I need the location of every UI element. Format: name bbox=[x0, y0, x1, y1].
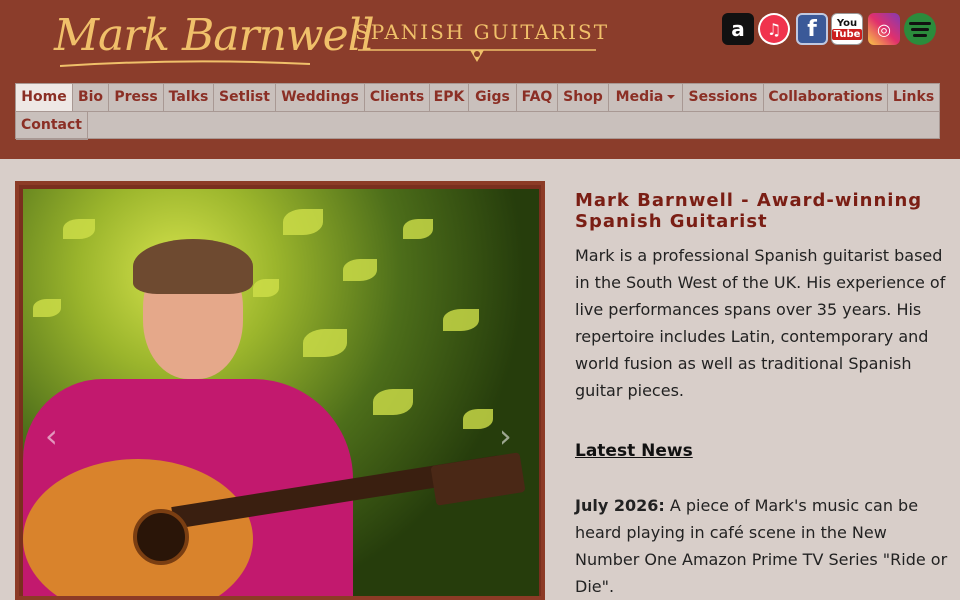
hero-carousel: ‹ › bbox=[15, 181, 545, 600]
news-date: July 2026: bbox=[575, 496, 665, 515]
site-subtitle: SPANISH GUITARIST bbox=[355, 20, 610, 44]
intro-section: Mark Barnwell - Award-winning Spanish Gu… bbox=[575, 190, 950, 404]
nav-collaborations[interactable]: Collaborations bbox=[764, 84, 888, 112]
caret-down-icon bbox=[667, 95, 676, 99]
nav-contact[interactable]: Contact bbox=[16, 112, 88, 140]
page-title: Mark Barnwell - Award-winning Spanish Gu… bbox=[575, 190, 923, 232]
nav-links[interactable]: Links bbox=[888, 84, 939, 112]
nav-epk[interactable]: EPK bbox=[430, 84, 469, 112]
hero-photo bbox=[23, 189, 539, 596]
carousel-next-icon[interactable]: › bbox=[499, 417, 512, 455]
nav-media-label: Media bbox=[615, 89, 664, 105]
instagram-icon[interactable]: ◎ bbox=[868, 13, 900, 45]
nav-media[interactable]: Media bbox=[609, 84, 683, 112]
nav-shop[interactable]: Shop bbox=[558, 84, 609, 112]
svg-text:♫: ♫ bbox=[767, 20, 781, 39]
site-header: Mark Barnwell SPANISH GUITARIST a ♫ f Yo… bbox=[0, 0, 960, 159]
spotify-icon[interactable] bbox=[904, 13, 936, 45]
nav-talks[interactable]: Talks bbox=[164, 84, 214, 112]
logo-swash bbox=[60, 60, 310, 67]
subtitle-ornament bbox=[358, 49, 596, 62]
amazon-icon[interactable]: a bbox=[722, 13, 754, 45]
nav-faq[interactable]: FAQ bbox=[517, 84, 558, 112]
nav-clients[interactable]: Clients bbox=[365, 84, 430, 112]
facebook-icon[interactable]: f bbox=[796, 13, 828, 45]
music-note-icon: ♫ bbox=[760, 15, 788, 43]
nav-press[interactable]: Press bbox=[109, 84, 164, 112]
intro-text: Mark is a professional Spanish guitarist… bbox=[575, 246, 946, 400]
news-item: July 2026: A piece of Mark's music can b… bbox=[575, 492, 950, 600]
nav-bio[interactable]: Bio bbox=[73, 84, 109, 112]
nav-weddings[interactable]: Weddings bbox=[276, 84, 365, 112]
nav-sessions[interactable]: Sessions bbox=[683, 84, 764, 112]
apple-music-icon[interactable]: ♫ bbox=[758, 13, 790, 45]
latest-news-heading: Latest News bbox=[575, 441, 693, 461]
nav-home[interactable]: Home bbox=[16, 84, 73, 112]
carousel-prev-icon[interactable]: ‹ bbox=[45, 417, 58, 455]
youtube-icon[interactable]: You Tube bbox=[831, 13, 863, 45]
nav-gigs[interactable]: Gigs bbox=[469, 84, 517, 112]
nav-setlist[interactable]: Setlist bbox=[214, 84, 276, 112]
main-nav: Home Bio Press Talks Setlist Weddings Cl… bbox=[15, 83, 940, 140]
site-logo[interactable]: Mark Barnwell bbox=[54, 10, 375, 61]
